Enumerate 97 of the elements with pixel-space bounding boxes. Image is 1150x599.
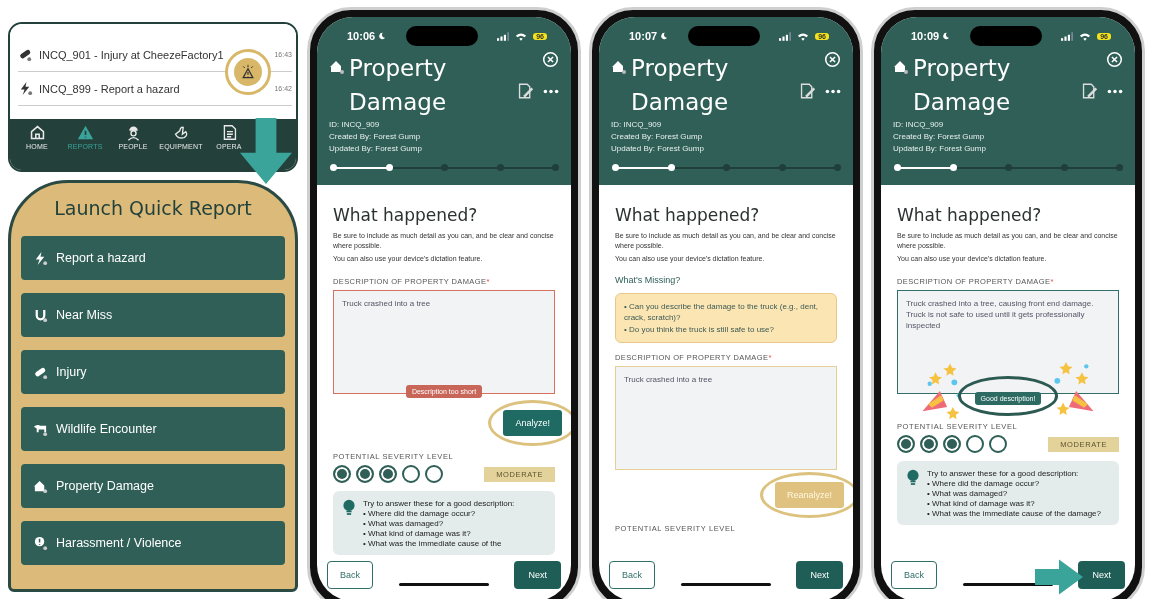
moon-icon bbox=[942, 32, 951, 40]
magnet-icon bbox=[33, 307, 48, 323]
tip-item: • What kind of damage was it? bbox=[927, 499, 1036, 509]
page-title: Property Damage bbox=[913, 54, 1012, 117]
tips-title: Try to answer these for a good description: bbox=[927, 469, 1080, 479]
section-heading: What happened? bbox=[897, 205, 1043, 225]
quick-report-option[interactable]: Near Miss bbox=[21, 293, 285, 337]
more-icon[interactable] bbox=[1107, 88, 1123, 94]
close-icon[interactable] bbox=[1106, 51, 1123, 68]
house-icon bbox=[611, 59, 627, 75]
report-id: ID: INCQ_909 bbox=[329, 119, 381, 131]
missing-heading: What's Missing? bbox=[615, 275, 682, 285]
next-button[interactable]: Next bbox=[1078, 561, 1125, 589]
report-id: ID: INCQ_909 bbox=[893, 119, 945, 131]
tip-item: • What was damaged? bbox=[927, 489, 1009, 499]
page-title: Property Damage bbox=[631, 54, 730, 117]
incident-title: INCQ_901 - Injury at CheezeFactory1 bbox=[39, 48, 224, 61]
next-button[interactable]: Next bbox=[514, 561, 561, 589]
more-icon[interactable] bbox=[543, 88, 559, 94]
step-dot bbox=[612, 164, 619, 171]
created-by: Created By: Forest Gump bbox=[611, 131, 704, 143]
back-button[interactable]: Back bbox=[327, 561, 373, 589]
created-by: Created By: Forest Gump bbox=[329, 131, 422, 143]
edit-document-icon[interactable] bbox=[517, 82, 534, 100]
quick-report-option[interactable]: Injury bbox=[21, 350, 285, 394]
back-button[interactable]: Back bbox=[891, 561, 937, 589]
tip-item: • What kind of damage was it? bbox=[363, 529, 472, 539]
hand-icon bbox=[172, 124, 190, 141]
house-icon bbox=[33, 478, 48, 494]
missing-item: • Do you think the truck is still safe to use? bbox=[624, 324, 775, 335]
house-icon bbox=[893, 59, 909, 75]
more-icon[interactable] bbox=[825, 88, 841, 94]
moon-icon bbox=[660, 32, 669, 40]
status-time: 10:07 bbox=[629, 30, 658, 42]
created-by: Created By: Forest Gump bbox=[893, 131, 986, 143]
severity-circle[interactable] bbox=[920, 435, 938, 453]
analyze-button[interactable]: Analyze! bbox=[503, 410, 562, 436]
close-icon[interactable] bbox=[542, 51, 559, 68]
quick-report-option[interactable]: Property Damage bbox=[21, 464, 285, 508]
severity-circle[interactable] bbox=[333, 465, 351, 483]
edit-document-icon[interactable] bbox=[1081, 82, 1098, 100]
severity-circle[interactable] bbox=[943, 435, 961, 453]
severity-circle[interactable] bbox=[356, 465, 374, 483]
wifi-icon bbox=[515, 31, 528, 41]
tip-item: • Where did the damage occur? bbox=[927, 479, 1041, 489]
severity-circle[interactable] bbox=[989, 435, 1007, 453]
quick-report-option[interactable]: Harassment / Violence bbox=[21, 521, 285, 565]
page-title: Property Damage bbox=[349, 54, 448, 117]
status-time: 10:09 bbox=[911, 30, 940, 42]
wifi-icon bbox=[797, 31, 810, 41]
quick-report-option[interactable]: Wildlife Encounter bbox=[21, 407, 285, 451]
severity-circle[interactable] bbox=[425, 465, 443, 483]
signal-icon bbox=[497, 31, 510, 41]
severity-circle[interactable] bbox=[897, 435, 915, 453]
missing-item: • Can you describe the damage to the truck (e.g., dent, crack, scratch)? bbox=[624, 301, 820, 323]
tips-title: Try to answer these for a good description: bbox=[363, 499, 515, 509]
wifi-icon bbox=[1079, 31, 1092, 41]
warning-icon bbox=[76, 124, 94, 141]
lightbulb-icon bbox=[907, 469, 919, 487]
tip-item: • What was the immediate cause of the damage? bbox=[927, 509, 1101, 519]
tip-item: • What was the immediate cause of the bbox=[363, 539, 503, 549]
step-dot bbox=[949, 164, 957, 171]
close-icon[interactable] bbox=[824, 51, 841, 68]
back-button[interactable]: Back bbox=[609, 561, 655, 589]
tip-item: • What was damaged? bbox=[363, 519, 445, 529]
updated-by: Updated By: Forest Gump bbox=[893, 143, 987, 155]
severity-circle[interactable] bbox=[379, 465, 397, 483]
step-dot bbox=[667, 164, 675, 171]
edit-document-icon[interactable] bbox=[799, 82, 816, 100]
status-time: 10:06 bbox=[347, 30, 376, 42]
arrow-drawing bbox=[240, 118, 292, 184]
updated-by: Updated By: Forest Gump bbox=[329, 143, 423, 155]
section-heading: What happened? bbox=[333, 205, 479, 225]
tip-item: • Where did the damage occur? bbox=[363, 509, 477, 519]
severity-circle[interactable] bbox=[966, 435, 984, 453]
signal-icon bbox=[779, 31, 792, 41]
warning-icon bbox=[240, 64, 256, 80]
next-button[interactable]: Next bbox=[796, 561, 843, 589]
moon-icon bbox=[378, 32, 387, 40]
section-heading: What happened? bbox=[615, 205, 761, 225]
report-id: ID: INCQ_909 bbox=[611, 119, 663, 131]
description-field[interactable]: Truck crashed into a tree, causing front end damage. Truck is not safe to used until it gets professionally inspected bbox=[897, 290, 1119, 394]
updated-by: Updated By: Forest Gump bbox=[611, 143, 705, 155]
home-icon bbox=[28, 124, 46, 141]
quick-report-option[interactable]: Report a hazard bbox=[21, 236, 285, 280]
step-dot bbox=[894, 164, 901, 171]
panel-title: Launch Quick Report bbox=[53, 197, 253, 219]
quick-report-button[interactable] bbox=[234, 58, 262, 86]
severity-circle[interactable] bbox=[402, 465, 420, 483]
signal-icon bbox=[1061, 31, 1074, 41]
description-field[interactable]: Truck crashed into a tree bbox=[615, 366, 837, 470]
house-icon bbox=[329, 59, 345, 75]
alert-person-icon bbox=[33, 535, 48, 551]
lightbulb-icon bbox=[343, 499, 355, 517]
step-dot bbox=[385, 164, 393, 171]
step-dot bbox=[330, 164, 337, 171]
incident-title: INCQ_899 - Report a hazard bbox=[39, 82, 180, 95]
